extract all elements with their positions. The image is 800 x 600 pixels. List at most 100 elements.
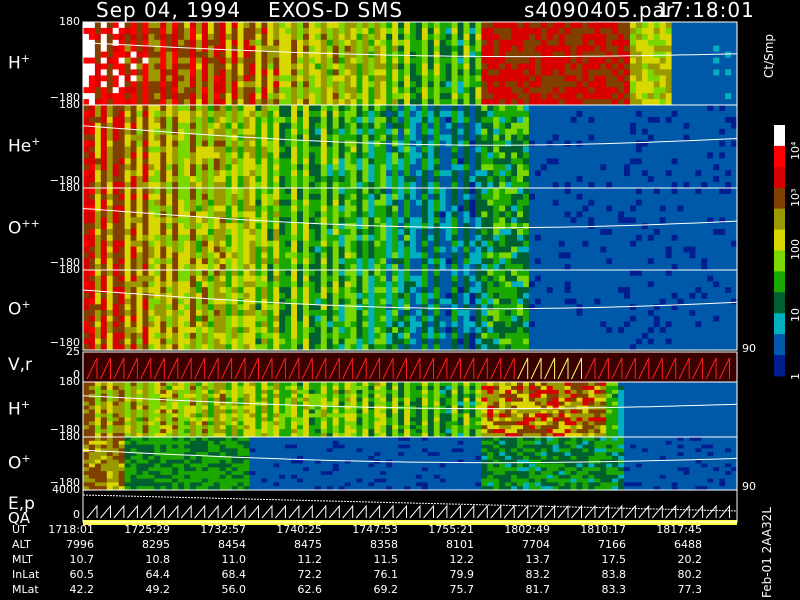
energy-step-26 [436,504,448,519]
energy-step-27 [450,504,461,519]
y-max-tick-2: 180 [59,181,80,194]
panel-label-6: O+ [8,452,31,474]
energy-step-43 [665,504,677,519]
table-cell: 7704 [522,538,550,551]
instrument-title: EXOS-D SMS [268,0,404,22]
colorbar-tick-1: 10³ [789,188,800,207]
energy-step-29 [476,504,488,519]
table-cell: 56.0 [221,583,247,596]
species-name: He [8,136,32,157]
table-cell: 64.4 [145,568,171,581]
energy-step-4 [140,504,152,519]
energy-step-7 [180,504,192,519]
energy-step-30 [490,504,502,519]
table-cell: 1725:29 [124,523,170,536]
energy-step-44 [678,504,690,519]
energy-step-33 [530,504,542,519]
y-max-tick-3: 180 [59,263,80,276]
table-cell: 7996 [66,538,94,551]
energy-step-11 [234,504,246,519]
energy-step-45 [692,504,704,519]
velocity-panel [82,351,738,383]
y-max-tick-5: 180 [59,375,80,388]
energy-step-14 [275,504,286,519]
energy-step-28 [463,504,475,519]
y-max-tick-6: 180 [59,430,80,443]
energy-step-17 [315,504,327,519]
table-cell: 20.2 [677,553,703,566]
spectrogram-panel-2 [83,188,738,271]
colorbar-swatch-7 [774,271,785,293]
table-cell: 80.2 [677,568,703,581]
energy-step-36 [571,504,582,519]
y-min-tick-7: 0 [73,508,80,521]
colorbar-swatch-2 [774,166,785,189]
colorbar-swatch-4 [774,208,785,231]
colorbar-swatch-8 [774,292,785,314]
energy-step-32 [517,504,529,519]
table-cell: 81.7 [525,583,551,596]
y-max-tick-4: 25 [66,345,80,358]
species-charge: + [21,298,31,311]
energy-step-3 [127,504,138,519]
table-cell: 11.0 [221,553,247,566]
energy-step-46 [705,504,717,519]
table-cell: 1802:49 [504,523,550,536]
spectrogram-panel-5 [83,382,738,438]
table-cell: 12.2 [449,553,475,566]
energy-step-8 [194,504,206,519]
table-cell: 1755:21 [428,523,474,536]
energy-curve [82,494,738,512]
energy-step-42 [651,504,663,519]
table-cell: 1747:53 [352,523,398,536]
table-cell: 60.5 [69,568,95,581]
header-time: 17:18:01 [657,0,755,22]
energy-step-34 [544,504,556,519]
colorbar-swatch-10 [774,334,785,356]
colorbar-swatch-1 [774,145,785,168]
table-cell: 79.9 [449,568,475,581]
table-cell: 1732:57 [200,523,246,536]
spectrogram-panel-1 [83,105,738,189]
table-cell: 62.6 [297,583,323,596]
y-max-tick-0: 180 [59,15,80,28]
date-title: Sep 04, 1994 [96,0,242,22]
species-name: O [8,299,22,320]
energy-step-35 [557,504,569,519]
table-cell: 8475 [294,538,322,551]
energy-step-9 [207,504,219,519]
energy-step-6 [167,504,179,519]
colorbar-swatch-11 [774,355,785,377]
table-cell: 13.7 [525,553,551,566]
energy-step-25 [423,504,434,519]
y-max-tick-1: 180 [59,98,80,111]
colorbar-swatch-5 [774,229,785,251]
spectrogram-figure [82,21,785,525]
colorbar-tick-2: 100 [789,239,800,260]
table-cell: 49.2 [145,583,171,596]
table-cell: 17.5 [601,553,627,566]
energy-step-41 [638,504,650,519]
species-charge: + [20,397,31,411]
species-charge: ++ [21,217,40,230]
table-cell: 76.1 [373,568,399,581]
side-note: Feb-01 2AA32L [760,506,774,598]
energy-step-47 [719,504,730,519]
energy-step-21 [369,504,381,519]
energy-step-0 [86,504,98,519]
species-name: H [8,399,21,420]
right-label-90-top: 90 [742,342,756,355]
species-charge: + [21,451,31,465]
colorbar-swatch-0 [774,125,785,147]
right-label-90-bottom: 90 [742,480,756,493]
colorbar-tick-0: 10⁴ [789,141,800,160]
table-cell: 11.5 [373,553,399,566]
colorbar-label: Ct/Smp [762,33,776,78]
energy-step-22 [382,504,394,519]
colorbar-tick-3: 10 [789,308,800,322]
table-cell: 72.2 [297,568,323,581]
colorbar-swatch-9 [774,313,785,335]
colorbar-tick-4: 1 [789,373,800,380]
energy-step-13 [261,504,273,519]
file-name: s4090405.par [524,0,676,22]
